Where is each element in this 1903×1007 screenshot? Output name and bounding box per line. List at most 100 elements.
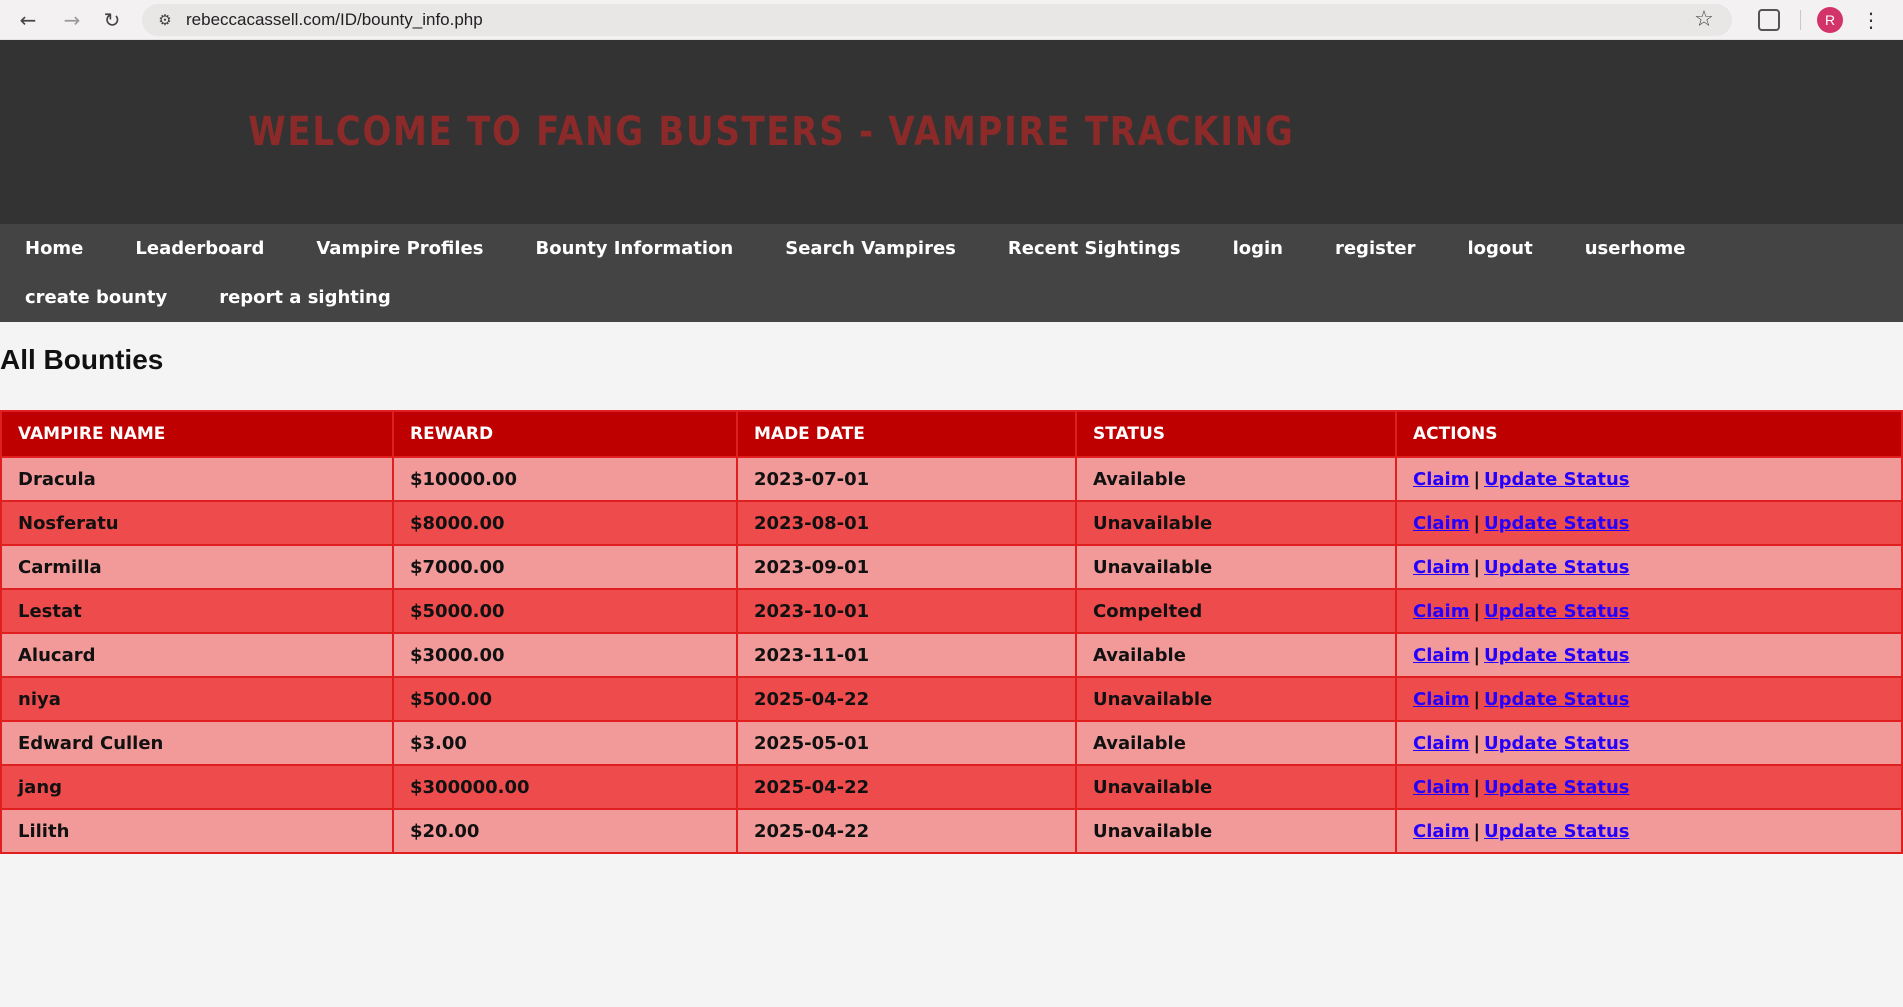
header-actions: Actions xyxy=(1395,410,1903,458)
cell-status: Available xyxy=(1075,720,1397,766)
nav-link-create-bounty[interactable]: create bounty xyxy=(0,287,193,308)
update-status-link[interactable]: Update Status xyxy=(1484,821,1629,842)
cell-status: Unavailable xyxy=(1075,544,1397,590)
browser-menu-icon[interactable]: ⋮ xyxy=(1861,10,1881,30)
url-text[interactable]: rebeccacassell.com/ID/bounty_info.php xyxy=(186,10,1692,30)
update-status-link[interactable]: Update Status xyxy=(1484,601,1629,622)
nav-row-2: create bounty report a sighting xyxy=(0,273,1903,322)
extensions-icon[interactable] xyxy=(1758,8,1780,31)
cell-vampire-name: jang xyxy=(0,764,394,810)
cell-status: Compelted xyxy=(1075,588,1397,634)
action-separator: | xyxy=(1473,688,1481,710)
claim-link[interactable]: Claim xyxy=(1413,689,1469,710)
cell-made-date: 2025-04-22 xyxy=(736,808,1077,854)
nav-link-report-sighting[interactable]: report a sighting xyxy=(193,287,417,308)
cell-made-date: 2023-11-01 xyxy=(736,632,1077,678)
claim-link[interactable]: Claim xyxy=(1413,821,1469,842)
cell-reward: $20.00 xyxy=(392,808,738,854)
back-arrow-icon[interactable]: ← xyxy=(16,8,40,32)
claim-link[interactable]: Claim xyxy=(1413,557,1469,578)
update-status-link[interactable]: Update Status xyxy=(1484,513,1629,534)
cell-reward: $10000.00 xyxy=(392,456,738,502)
cell-reward: $3.00 xyxy=(392,720,738,766)
table-row: jang $300000.00 2025-04-22 Unavailable Claim… xyxy=(0,764,1903,810)
header-reward: Reward xyxy=(392,410,738,458)
cell-actions: Claim | Update Status xyxy=(1395,544,1903,590)
cell-made-date: 2025-04-22 xyxy=(736,764,1077,810)
claim-link[interactable]: Claim xyxy=(1413,601,1469,622)
main-nav: Home Leaderboard Vampire Profiles Bounty… xyxy=(0,224,1903,322)
cell-made-date: 2023-08-01 xyxy=(736,500,1077,546)
cell-status: Unavailable xyxy=(1075,500,1397,546)
claim-link[interactable]: Claim xyxy=(1413,645,1469,666)
claim-link[interactable]: Claim xyxy=(1413,469,1469,490)
table-row: Lilith $20.00 2025-04-22 Unavailable Claim | U… xyxy=(0,808,1903,854)
site-banner: Welcome to Fang Busters - Vampire Tracki… xyxy=(0,40,1903,224)
action-separator: | xyxy=(1473,820,1481,842)
table-row: Edward Cullen $3.00 2025-05-01 Available Cla… xyxy=(0,720,1903,766)
nav-link-register[interactable]: register xyxy=(1309,238,1442,259)
cell-status: Unavailable xyxy=(1075,676,1397,722)
table-body: Dracula $10000.00 2023-07-01 Available Claim… xyxy=(0,456,1903,854)
nav-link-search-vampires[interactable]: Search Vampires xyxy=(759,238,982,259)
cell-actions: Claim | Update Status xyxy=(1395,632,1903,678)
table-header-row: Vampire Name Reward Made Date Status Act… xyxy=(0,410,1903,458)
table-row: Dracula $10000.00 2023-07-01 Available Claim… xyxy=(0,456,1903,502)
header-made-date: Made Date xyxy=(736,410,1077,458)
address-bar[interactable]: ⚙ rebeccacassell.com/ID/bounty_info.php … xyxy=(142,3,1732,36)
bookmark-star-icon[interactable]: ☆ xyxy=(1692,7,1716,32)
claim-link[interactable]: Claim xyxy=(1413,513,1469,534)
section-title: All Bounties xyxy=(0,344,164,375)
cell-actions: Claim | Update Status xyxy=(1395,588,1903,634)
toolbar-divider xyxy=(1800,9,1801,30)
action-separator: | xyxy=(1473,732,1481,754)
action-separator: | xyxy=(1473,600,1481,622)
cell-status: Unavailable xyxy=(1075,764,1397,810)
nav-link-bounty-information[interactable]: Bounty Information xyxy=(509,238,759,259)
action-separator: | xyxy=(1473,776,1481,798)
bounties-table: Vampire Name Reward Made Date Status Act… xyxy=(0,410,1903,854)
update-status-link[interactable]: Update Status xyxy=(1484,777,1629,798)
cell-made-date: 2023-09-01 xyxy=(736,544,1077,590)
action-separator: | xyxy=(1473,512,1481,534)
claim-link[interactable]: Claim xyxy=(1413,733,1469,754)
cell-actions: Claim | Update Status xyxy=(1395,764,1903,810)
profile-avatar[interactable]: R xyxy=(1817,6,1843,33)
header-status: Status xyxy=(1075,410,1397,458)
site-title: Welcome to Fang Busters - Vampire Tracki… xyxy=(248,109,1295,155)
nav-link-logout[interactable]: logout xyxy=(1442,238,1559,259)
nav-link-userhome[interactable]: userhome xyxy=(1559,238,1712,259)
nav-link-vampire-profiles[interactable]: Vampire Profiles xyxy=(290,238,509,259)
cell-actions: Claim | Update Status xyxy=(1395,808,1903,854)
update-status-link[interactable]: Update Status xyxy=(1484,733,1629,754)
cell-vampire-name: Lilith xyxy=(0,808,394,854)
update-status-link[interactable]: Update Status xyxy=(1484,689,1629,710)
cell-actions: Claim | Update Status xyxy=(1395,720,1903,766)
nav-link-recent-sightings[interactable]: Recent Sightings xyxy=(982,238,1207,259)
nav-link-leaderboard[interactable]: Leaderboard xyxy=(109,238,290,259)
cell-status: Unavailable xyxy=(1075,808,1397,854)
claim-link[interactable]: Claim xyxy=(1413,777,1469,798)
cell-made-date: 2025-05-01 xyxy=(736,720,1077,766)
cell-reward: $300000.00 xyxy=(392,764,738,810)
table-row: Carmilla $7000.00 2023-09-01 Unavailable Cla… xyxy=(0,544,1903,590)
cell-reward: $3000.00 xyxy=(392,632,738,678)
cell-actions: Claim | Update Status xyxy=(1395,676,1903,722)
nav-link-home[interactable]: Home xyxy=(0,238,109,259)
site-info-icon[interactable]: ⚙ xyxy=(156,11,174,29)
update-status-link[interactable]: Update Status xyxy=(1484,645,1629,666)
cell-made-date: 2025-04-22 xyxy=(736,676,1077,722)
nav-link-login[interactable]: login xyxy=(1207,238,1309,259)
cell-vampire-name: Dracula xyxy=(0,456,394,502)
action-separator: | xyxy=(1473,644,1481,666)
forward-arrow-icon[interactable]: → xyxy=(60,8,84,32)
reload-icon[interactable]: ↻ xyxy=(100,8,124,32)
update-status-link[interactable]: Update Status xyxy=(1484,469,1629,490)
table-row: Lestat $5000.00 2023-10-01 Compelted Claim | U… xyxy=(0,588,1903,634)
cell-vampire-name: Lestat xyxy=(0,588,394,634)
cell-vampire-name: Carmilla xyxy=(0,544,394,590)
table-row: Alucard $3000.00 2023-11-01 Available Claim |… xyxy=(0,632,1903,678)
update-status-link[interactable]: Update Status xyxy=(1484,557,1629,578)
cell-reward: $7000.00 xyxy=(392,544,738,590)
nav-row-1: Home Leaderboard Vampire Profiles Bounty… xyxy=(0,224,1903,273)
